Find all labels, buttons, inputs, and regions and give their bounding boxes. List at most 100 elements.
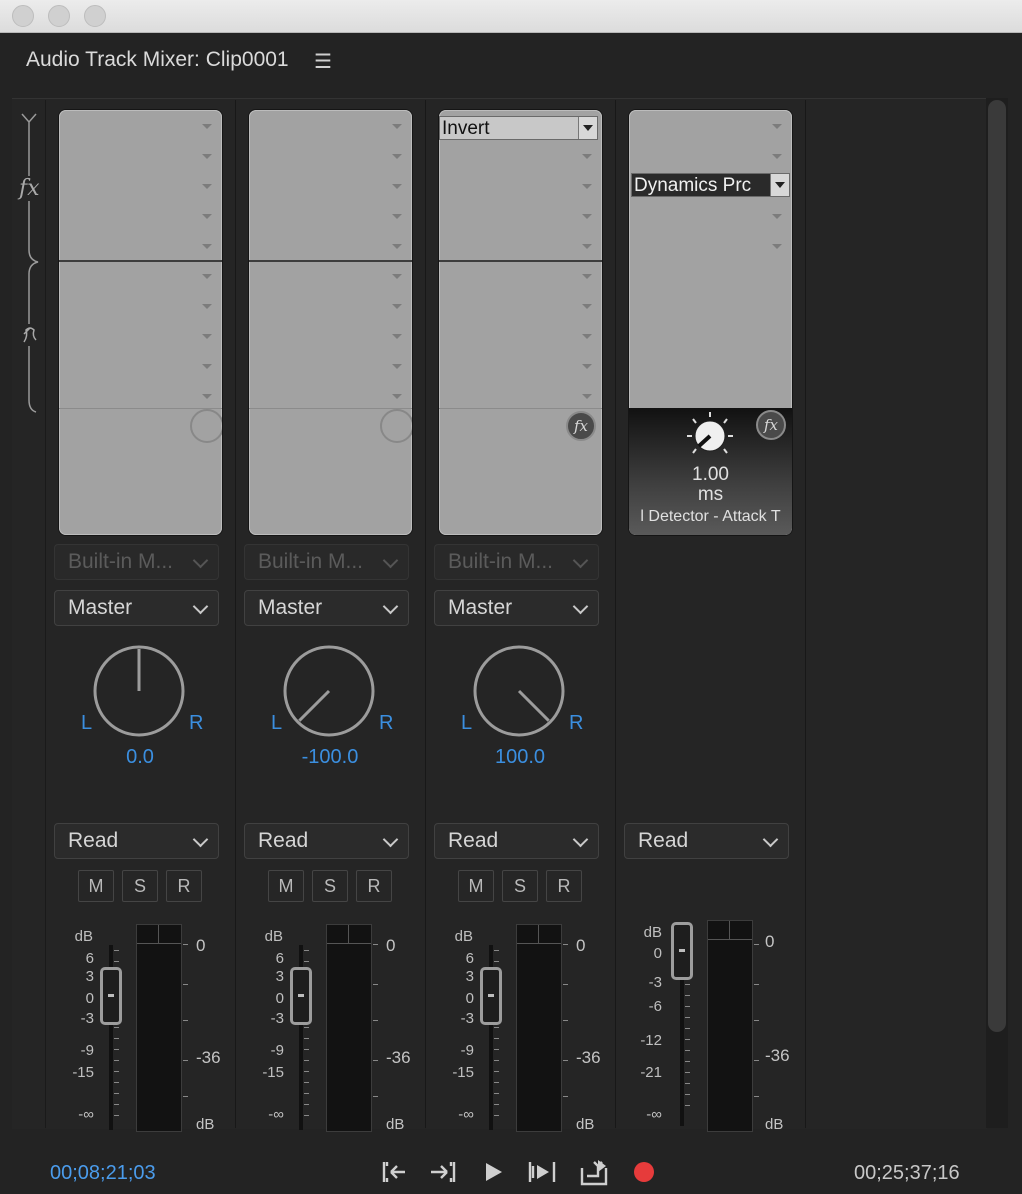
fx-slot-arrow[interactable]	[582, 184, 592, 189]
fx-slot-arrow[interactable]	[202, 274, 212, 279]
go-to-in-icon[interactable]	[379, 1156, 411, 1188]
meter-tick	[373, 1060, 378, 1061]
fader-scale-label: -21	[640, 1064, 662, 1081]
go-to-out-icon[interactable]	[427, 1156, 459, 1188]
pan-knob[interactable]	[93, 645, 185, 737]
fx-rack-label[interactable]: fx	[19, 176, 40, 201]
fx-slot-arrow[interactable]	[202, 244, 212, 249]
output-select[interactable]: Master	[434, 590, 599, 626]
fx-slot-arrow[interactable]	[772, 214, 782, 219]
output-select[interactable]: Master	[244, 590, 409, 626]
fx-slot-arrow[interactable]	[582, 154, 592, 159]
fx-slot-arrow[interactable]	[202, 124, 212, 129]
pan-value[interactable]: 0.0	[45, 746, 235, 769]
mixer-track-2: Built-in M... Master L R -100.0 Read M S RdB 6 3 0-…	[235, 100, 426, 1133]
fx-slot-arrow[interactable]	[582, 214, 592, 219]
chevron-down-icon[interactable]	[578, 117, 597, 139]
fx-bypass-icon[interactable]: fx	[756, 410, 786, 440]
effects-rack-panel[interactable]: fx	[439, 110, 602, 535]
scrollbar-thumb[interactable]	[988, 100, 1006, 1032]
fx-bypass-icon[interactable]: fx	[566, 411, 596, 441]
mute-button[interactable]: M	[458, 870, 494, 902]
fx-slot-arrow[interactable]	[202, 214, 212, 219]
fx-slot-arrow[interactable]	[392, 364, 402, 369]
fx-slot-arrow[interactable]	[772, 244, 782, 249]
pan-value[interactable]: -100.0	[235, 746, 425, 769]
fx-slot-arrow[interactable]	[582, 274, 592, 279]
peak-indicator[interactable]	[137, 925, 181, 944]
hamburger-icon[interactable]: ☰	[314, 52, 332, 72]
fx-slot-arrow[interactable]	[582, 244, 592, 249]
send-pan-circle-icon[interactable]	[380, 409, 412, 443]
fx-slot-arrow[interactable]	[582, 364, 592, 369]
fx-slot-arrow[interactable]	[772, 154, 782, 159]
peak-indicator[interactable]	[327, 925, 371, 944]
current-time-display[interactable]: 00;08;21;03	[50, 1162, 156, 1185]
fx-slot-arrow[interactable]	[392, 304, 402, 309]
automation-mode-select[interactable]: Read	[244, 823, 409, 859]
pan-value[interactable]: 100.0	[425, 746, 615, 769]
automation-mode-select[interactable]: Read	[54, 823, 219, 859]
record-enable-button[interactable]: R	[356, 870, 392, 902]
fx-slot-arrow[interactable]	[202, 184, 212, 189]
fx-slot-arrow[interactable]	[392, 244, 402, 249]
effects-rack-panel[interactable]	[249, 110, 412, 535]
output-select[interactable]: Master	[54, 590, 219, 626]
record-icon[interactable]	[628, 1156, 660, 1188]
effect-slot-select[interactable]: Invert	[439, 116, 598, 140]
effects-rack-panel[interactable]	[59, 110, 222, 535]
mute-button[interactable]: M	[268, 870, 304, 902]
pan-knob[interactable]	[283, 645, 375, 737]
parameter-knob-icon[interactable]	[684, 410, 736, 462]
parameter-value[interactable]: 1.00	[629, 464, 792, 486]
send-icon[interactable]	[20, 324, 40, 346]
fx-slot-arrow[interactable]	[392, 274, 402, 279]
volume-fader-handle[interactable]	[100, 967, 122, 1025]
fx-slot-arrow[interactable]	[202, 154, 212, 159]
volume-fader-handle[interactable]	[671, 922, 693, 980]
send-pan-circle-icon[interactable]	[190, 409, 222, 443]
mute-button[interactable]: M	[78, 870, 114, 902]
record-enable-button[interactable]: R	[546, 870, 582, 902]
fader-scale-label: -6	[648, 998, 662, 1015]
fx-slot-arrow[interactable]	[772, 124, 782, 129]
solo-button[interactable]: S	[502, 870, 538, 902]
fx-slot-arrow[interactable]	[582, 304, 592, 309]
solo-button[interactable]: S	[312, 870, 348, 902]
zoom-window-button[interactable]	[84, 5, 106, 27]
fader-tick	[685, 1006, 690, 1007]
parameter-name[interactable]: l Detector - Attack T	[629, 508, 792, 526]
fx-slot-arrow[interactable]	[392, 154, 402, 159]
minimize-window-button[interactable]	[48, 5, 70, 27]
solo-button[interactable]: S	[122, 870, 158, 902]
fx-slot-arrow[interactable]	[202, 364, 212, 369]
automation-mode-select[interactable]: Read	[624, 823, 789, 859]
play-in-to-out-icon[interactable]	[526, 1156, 558, 1188]
volume-fader-handle[interactable]	[290, 967, 312, 1025]
fx-slot-arrow[interactable]	[392, 184, 402, 189]
pan-knob[interactable]	[473, 645, 565, 737]
peak-indicator[interactable]	[708, 921, 752, 940]
fx-slot-arrow[interactable]	[392, 394, 402, 399]
fx-slot-arrow[interactable]	[392, 334, 402, 339]
close-window-button[interactable]	[12, 5, 34, 27]
fx-slot-arrow[interactable]	[202, 334, 212, 339]
fx-slot-arrow[interactable]	[202, 394, 212, 399]
peak-indicator[interactable]	[517, 925, 561, 944]
fx-slot-arrow[interactable]	[582, 334, 592, 339]
fx-slot-arrow[interactable]	[392, 124, 402, 129]
chevron-down-icon[interactable]	[770, 174, 789, 196]
record-enable-button[interactable]: R	[166, 870, 202, 902]
play-icon[interactable]	[477, 1156, 509, 1188]
fx-slot-arrow[interactable]	[582, 394, 592, 399]
automation-mode-select[interactable]: Read	[434, 823, 599, 859]
output-label: Master	[448, 596, 513, 619]
meter-scale-label: -36	[765, 1046, 790, 1065]
fx-slot-arrow[interactable]	[392, 214, 402, 219]
effect-slot-select[interactable]: Dynamics Prc	[631, 173, 790, 197]
fader-scale-label: -∞	[458, 1106, 474, 1123]
loop-icon[interactable]	[578, 1156, 610, 1188]
fader-tick	[685, 1094, 690, 1095]
volume-fader-handle[interactable]	[480, 967, 502, 1025]
fx-slot-arrow[interactable]	[202, 304, 212, 309]
